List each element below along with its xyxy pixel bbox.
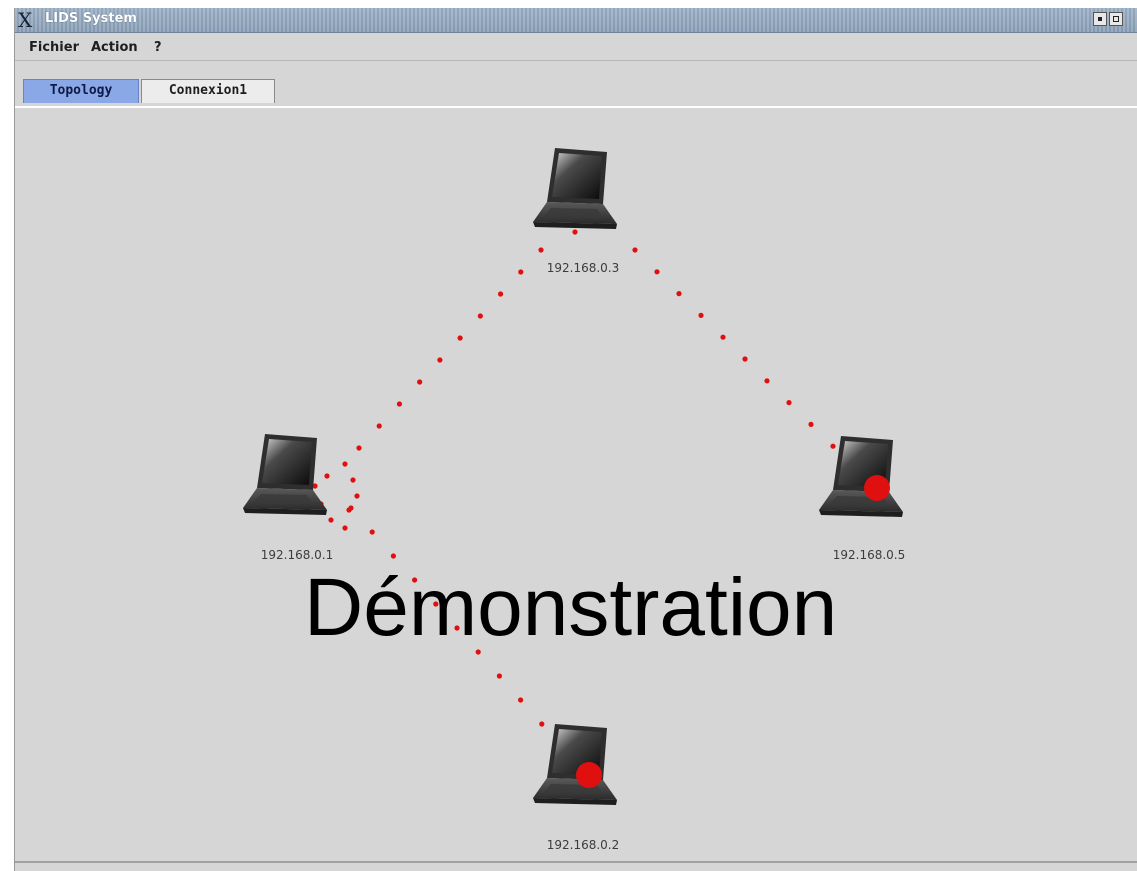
packet-dot	[539, 721, 545, 727]
packet-dot	[538, 247, 544, 253]
packet-dot	[477, 313, 483, 319]
packet-dot	[742, 356, 748, 362]
menu-bar: Fichier Action ?	[15, 34, 1137, 61]
minimize-icon	[1098, 17, 1102, 21]
packet-dot	[632, 247, 638, 253]
title-bar[interactable]: X LIDS System	[15, 8, 1137, 33]
packet-dot	[354, 493, 360, 499]
packet-dot	[720, 334, 726, 340]
packet-dot	[350, 477, 356, 483]
status-divider	[15, 861, 1137, 863]
packet-dot	[497, 291, 504, 297]
packet-dot	[830, 443, 836, 449]
packet-dot	[328, 517, 334, 523]
menu-fichier[interactable]: Fichier	[29, 40, 79, 55]
node-label: 192.168.0.3	[547, 261, 620, 275]
node-label: 192.168.0.2	[547, 838, 620, 852]
packet-dot	[808, 421, 814, 427]
packet-dot	[324, 473, 330, 479]
maximize-icon	[1113, 16, 1119, 22]
packet-dot	[676, 291, 682, 297]
packet-dot	[764, 378, 770, 384]
tab-topology[interactable]: Topology	[23, 79, 139, 103]
packet-dot	[356, 445, 362, 451]
packet-dot	[369, 529, 375, 535]
packet-dot	[437, 357, 443, 363]
laptop-icon	[533, 724, 617, 805]
tab-connexion1[interactable]: Connexion1	[141, 79, 275, 103]
menu-action[interactable]: Action	[91, 40, 138, 55]
packet-dot	[376, 423, 382, 429]
alert-marker	[864, 475, 890, 501]
minimize-button[interactable]	[1093, 12, 1107, 26]
node-192-168-0-5[interactable]: 192.168.0.5	[819, 436, 905, 562]
x-logo-icon: X	[18, 8, 33, 32]
packet-dot	[342, 525, 348, 531]
packet-dot	[786, 400, 792, 406]
connection-links	[300, 203, 858, 751]
packet-dot	[518, 269, 524, 275]
topology-graph: 192.168.0.3 192.168.0.1 192.168.0.5 192.…	[243, 148, 905, 852]
packet-dot	[457, 335, 463, 341]
packet-dot	[346, 507, 352, 513]
laptop-icon	[243, 434, 327, 515]
node-192-168-0-1[interactable]: 192.168.0.1	[243, 434, 333, 562]
packet-dot	[496, 673, 502, 679]
node-label: 192.168.0.5	[833, 548, 906, 562]
alert-marker	[576, 762, 602, 788]
topology-canvas[interactable]: 192.168.0.3 192.168.0.1 192.168.0.5 192.…	[15, 108, 1137, 871]
packet-dot	[698, 312, 704, 318]
packet-dot	[417, 379, 423, 385]
menu-help[interactable]: ?	[154, 40, 162, 55]
packet-dot	[518, 697, 524, 703]
laptop-icon	[533, 148, 617, 229]
packet-dot	[654, 269, 660, 275]
maximize-button[interactable]	[1109, 12, 1123, 26]
packet-dot	[390, 553, 396, 559]
packet-dot	[342, 461, 348, 467]
packet-dot	[396, 401, 403, 407]
app-window: X LIDS System Fichier Action ? Topology …	[14, 8, 1137, 871]
tab-bar: Topology Connexion1	[15, 70, 1137, 108]
node-192-168-0-3[interactable]: 192.168.0.3	[533, 148, 619, 275]
packet-dot	[572, 229, 578, 235]
node-192-168-0-2[interactable]: 192.168.0.2	[533, 724, 619, 852]
demonstration-caption: Démonstration	[304, 562, 838, 653]
window-title: LIDS System	[45, 11, 137, 26]
